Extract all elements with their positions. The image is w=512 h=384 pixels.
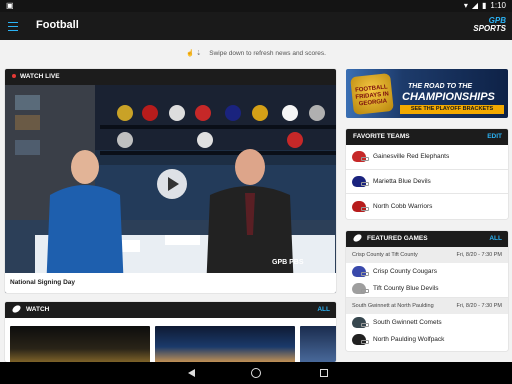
back-icon[interactable] — [188, 369, 195, 377]
home-icon[interactable] — [251, 368, 261, 378]
battery-icon: ▮ — [482, 1, 487, 10]
status-bar: ▣ ▾ ◢ ▮ 1:10 — [0, 0, 512, 12]
team-helmet-icon — [352, 175, 369, 187]
video-title[interactable]: National Signing Day — [5, 273, 336, 293]
game-team-row: Tift County Blue Devils — [346, 280, 508, 297]
game-item[interactable]: South Gwinnett at North Paulding Fri, 8/… — [346, 298, 508, 348]
game-team-row: North Paulding Wolfpack — [346, 331, 508, 348]
watch-live-header: WATCH LIVE — [5, 69, 336, 85]
football-icon — [352, 233, 363, 244]
favorite-teams-header: FAVORITE TEAMS EDIT — [346, 129, 508, 145]
team-helmet-icon — [352, 317, 369, 328]
live-indicator-icon — [12, 74, 16, 79]
edit-favorites-link[interactable]: EDIT — [487, 129, 502, 145]
refresh-hint: ☝ ⇣ Swipe down to refresh news and score… — [0, 44, 512, 64]
football-icon — [11, 304, 22, 315]
play-button[interactable] — [157, 169, 187, 199]
game-header: Crisp County at Tift County Fri, 8/20 - … — [346, 247, 508, 263]
banner-line2: CHAMPIONSHIPS — [402, 91, 495, 103]
android-notification-icon: ▣ — [6, 1, 14, 10]
team-helmet-icon — [352, 283, 369, 294]
game-team-row: Crisp County Cougars — [346, 263, 508, 280]
team-helmet-icon — [352, 334, 369, 345]
video-thumbnail[interactable] — [10, 326, 150, 362]
featured-games-all-link[interactable]: ALL — [489, 231, 502, 247]
favorite-teams-card: FAVORITE TEAMS EDIT Gainesville Red Elep… — [346, 129, 508, 219]
featured-games-header: FEATURED GAMES ALL — [346, 231, 508, 247]
clock: 1:10 — [490, 1, 506, 10]
football-fridays-badge: FOOTBALL FRIDAYS IN GEORGIA — [350, 73, 394, 115]
system-nav-bar — [0, 362, 512, 384]
game-item[interactable]: Crisp County at Tift County Fri, 8/20 - … — [346, 247, 508, 297]
signal-icon: ◢ — [471, 1, 479, 10]
favorite-team-row[interactable]: Gainesville Red Elephants — [346, 145, 508, 170]
playoff-bracket-banner[interactable]: FOOTBALL FRIDAYS IN GEORGIA THE ROAD TO … — [346, 69, 508, 118]
game-team-row: South Gwinnett Comets — [346, 314, 508, 331]
featured-games-card: FEATURED GAMES ALL Crisp County at Tift … — [346, 231, 508, 351]
gpb-sports-logo: GPB SPORTS — [473, 16, 506, 33]
recent-apps-icon[interactable] — [320, 369, 328, 377]
banner-line1: THE ROAD TO THE — [408, 83, 473, 90]
game-header: South Gwinnett at North Paulding Fri, 8/… — [346, 298, 508, 314]
watch-header: WATCH ALL — [5, 302, 336, 318]
team-helmet-icon — [352, 151, 369, 163]
team-helmet-icon — [352, 266, 369, 277]
app-bar: Football GPB SPORTS — [0, 12, 512, 40]
video-thumbnail[interactable] — [300, 326, 336, 362]
page-title: Football — [36, 19, 79, 31]
swipe-down-icon: ☝ ⇣ — [186, 50, 202, 57]
video-thumbnail[interactable] — [155, 326, 295, 362]
watch-live-card[interactable]: WATCH LIVE GPB PBS National Signing Day — [5, 69, 336, 293]
watch-all-link[interactable]: ALL — [317, 302, 330, 318]
hamburger-menu-icon[interactable] — [8, 19, 20, 33]
banner-cta: SEE THE PLAYOFF BRACKETS — [400, 105, 504, 114]
gpb-pbs-logo: GPB PBS — [272, 259, 304, 266]
team-helmet-icon — [352, 200, 369, 212]
watch-card: WATCH ALL — [5, 302, 336, 362]
favorite-team-row[interactable]: Marietta Blue Devils — [346, 170, 508, 195]
wifi-icon: ▾ — [463, 1, 468, 10]
favorite-team-row[interactable]: North Cobb Warriors — [346, 194, 508, 219]
